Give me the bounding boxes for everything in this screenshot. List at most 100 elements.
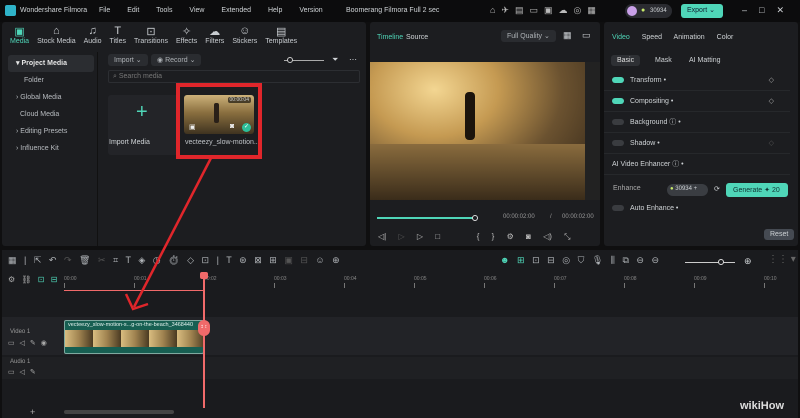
reset-button[interactable]: Reset — [764, 229, 795, 240]
compositing-toggle[interactable] — [612, 98, 624, 105]
timeline-toolbar-right[interactable]: ☻ ⊞ ⊡ ⊟ ◎ ⛉ 🎙 ⫼ ⧉ ⊖ ⊖ — [500, 255, 659, 266]
ruler-mark — [484, 283, 485, 288]
tab-media[interactable]: ▣ Media — [10, 25, 29, 45]
auto-enhance-toggle[interactable] — [612, 205, 624, 212]
titlebar-icons[interactable]: ⌂✈▤▭▣☁◎▦ — [490, 5, 602, 16]
subtab-basic[interactable]: Basic — [611, 55, 641, 66]
property-label: Shadow — [630, 140, 656, 147]
tab-stock-media[interactable]: ⌂ Stock Media — [37, 25, 76, 45]
audio-track-controls[interactable]: ▭ ◁ ✎ — [8, 368, 36, 376]
tab-color[interactable]: Color — [717, 34, 734, 41]
video-preview[interactable] — [370, 62, 585, 200]
ruler-tick: 00:00 — [64, 276, 77, 282]
crop-icon: ⌗ — [113, 255, 119, 265]
layout-grid-icon[interactable]: ⋮⋮ ▾ — [768, 254, 796, 265]
enhance-credits-count: 30934 — [675, 186, 692, 192]
keyframe-icon[interactable]: ◇ — [769, 70, 774, 91]
menu-tools[interactable]: Tools — [156, 7, 172, 14]
filter-icon[interactable]: ⏷ — [332, 55, 338, 65]
property-background[interactable]: Background ⓘ • — [604, 112, 790, 133]
property-transform[interactable]: Transform • ◇ — [604, 70, 790, 91]
menu-version[interactable]: Version — [299, 7, 322, 14]
search-input[interactable]: ⌕ Search media — [108, 70, 360, 83]
smart-cut-icon: ⊠ — [254, 255, 262, 265]
timeline-toolbar-left[interactable]: ▦ | ⇱ ↶ ↷ 🗑 ✂ ⌗ T ◈ ◷ ⏱ ◇ ⊡ | T ⊛ ⊠ ⊞ ▣ … — [8, 255, 340, 266]
ruler-mark — [694, 283, 695, 288]
tab-video[interactable]: Video — [612, 34, 630, 41]
shadow-toggle[interactable] — [612, 140, 624, 147]
menu-edit[interactable]: Edit — [127, 7, 139, 14]
tab-filters[interactable]: ☁ Filters — [205, 25, 224, 45]
credits-badge[interactable]: ● 30934 — [625, 4, 672, 18]
tab-timeline[interactable]: Timeline — [377, 34, 403, 41]
generate-button[interactable]: Generate ✦ 20 — [726, 183, 788, 197]
sidebar-item-folder[interactable]: Folder — [8, 72, 94, 89]
playhead[interactable] — [200, 272, 208, 408]
tab-label: Audio — [83, 38, 102, 45]
record-button[interactable]: ◉ Record ⌄ — [151, 54, 202, 66]
timeline-scrollbar[interactable] — [64, 410, 174, 414]
progress-handle[interactable] — [472, 215, 478, 221]
playback-progress[interactable] — [377, 215, 478, 221]
play-icon: ▷ — [416, 232, 424, 241]
color-icon: ◈ — [138, 255, 146, 265]
ruler-tick: 00:07 — [554, 276, 567, 282]
export-button[interactable]: Export ⌄ — [681, 4, 723, 18]
zoom-in-icon[interactable]: ⊕ — [744, 256, 752, 267]
menu-help[interactable]: Help — [268, 7, 282, 14]
tab-templates[interactable]: ▤ Templates — [265, 25, 297, 45]
redo-icon: ↷ — [63, 255, 72, 265]
ruler-mark — [274, 283, 275, 288]
film-strip — [585, 62, 600, 200]
fit-icon: ⊖ — [636, 255, 644, 265]
avatar[interactable] — [627, 6, 637, 16]
timeline-zoom-slider[interactable] — [685, 259, 735, 265]
subtab-ai-matting[interactable]: AI Matting — [689, 57, 721, 64]
quality-dropdown[interactable]: Full Quality ⌄ — [501, 30, 556, 42]
tab-source[interactable]: Source — [406, 34, 428, 41]
playback-controls[interactable]: ◁| ▷ ▷ □ { } ⚙ ◙ ◁) ⤡ — [378, 232, 571, 242]
tab-transitions[interactable]: ⊡ Transitions — [134, 25, 168, 45]
property-compositing[interactable]: Compositing • ◇ — [604, 91, 790, 112]
add-track-icon[interactable]: + — [30, 407, 35, 417]
refresh-icon[interactable]: ⟳ — [714, 185, 720, 193]
grid-icon[interactable]: ▦ — [563, 30, 572, 41]
video-track-controls[interactable]: ▭ ◁ ✎ ◉ — [8, 339, 47, 347]
property-auto-enhance[interactable]: Auto Enhance • — [612, 205, 678, 212]
import-media-tile[interactable]: + — [108, 95, 180, 155]
sidebar-item-global-media[interactable]: › Global Media — [8, 89, 94, 106]
tab-stickers[interactable]: ☺ Stickers — [232, 25, 257, 45]
subtab-mask[interactable]: Mask — [655, 57, 672, 64]
keyframe-icon[interactable]: ◇ — [769, 91, 774, 112]
import-label: Import — [114, 57, 134, 64]
sidebar-item-editing-presets[interactable]: › Editing Presets — [8, 123, 94, 140]
sidebar-item-influence-kit[interactable]: › Influence Kit — [8, 140, 94, 157]
transform-toggle[interactable] — [612, 77, 624, 84]
tab-effects[interactable]: ✧ Effects — [176, 25, 197, 45]
track-controls[interactable]: ⚙ ⛓ ⊡ ⊟ — [8, 275, 57, 284]
property-list: Transform • ◇ Compositing • ◇ Background ⓘ… — [604, 70, 790, 175]
window-controls[interactable]: –□✕ — [742, 5, 796, 16]
tab-audio[interactable]: ♫ Audio — [84, 25, 102, 45]
scope-icon[interactable]: ▭ — [582, 30, 591, 41]
thumbnail-size-slider[interactable] — [284, 57, 324, 63]
sidebar-item-project-media[interactable]: ▾ Project Media — [8, 55, 94, 72]
menu-view[interactable]: View — [189, 7, 204, 14]
ruler-mark — [64, 283, 65, 288]
menu-extended[interactable]: Extended — [221, 7, 251, 14]
timeline-video-clip[interactable]: vecteezy_slow-motion-s...g-on-the-beach_… — [64, 320, 204, 354]
annotation-highlight-box — [176, 83, 262, 159]
tab-titles[interactable]: T Titles — [110, 25, 126, 45]
property-shadow[interactable]: Shadow • ◇ — [604, 133, 790, 154]
tab-speed[interactable]: Speed — [642, 34, 662, 41]
work-area-bar[interactable] — [64, 290, 204, 291]
quality-label: Full Quality — [507, 33, 543, 40]
import-button[interactable]: Import ⌄ — [108, 54, 148, 66]
more-icon[interactable]: ⋯ — [349, 55, 357, 64]
sidebar-item-cloud-media[interactable]: Cloud Media — [8, 106, 94, 123]
tab-animation[interactable]: Animation — [674, 34, 705, 41]
background-toggle[interactable] — [612, 119, 624, 126]
menu-file[interactable]: File — [99, 7, 110, 14]
keyframe-icon[interactable]: ◇ — [769, 133, 774, 154]
enhance-credits[interactable]: ● 30934 + — [667, 184, 708, 196]
